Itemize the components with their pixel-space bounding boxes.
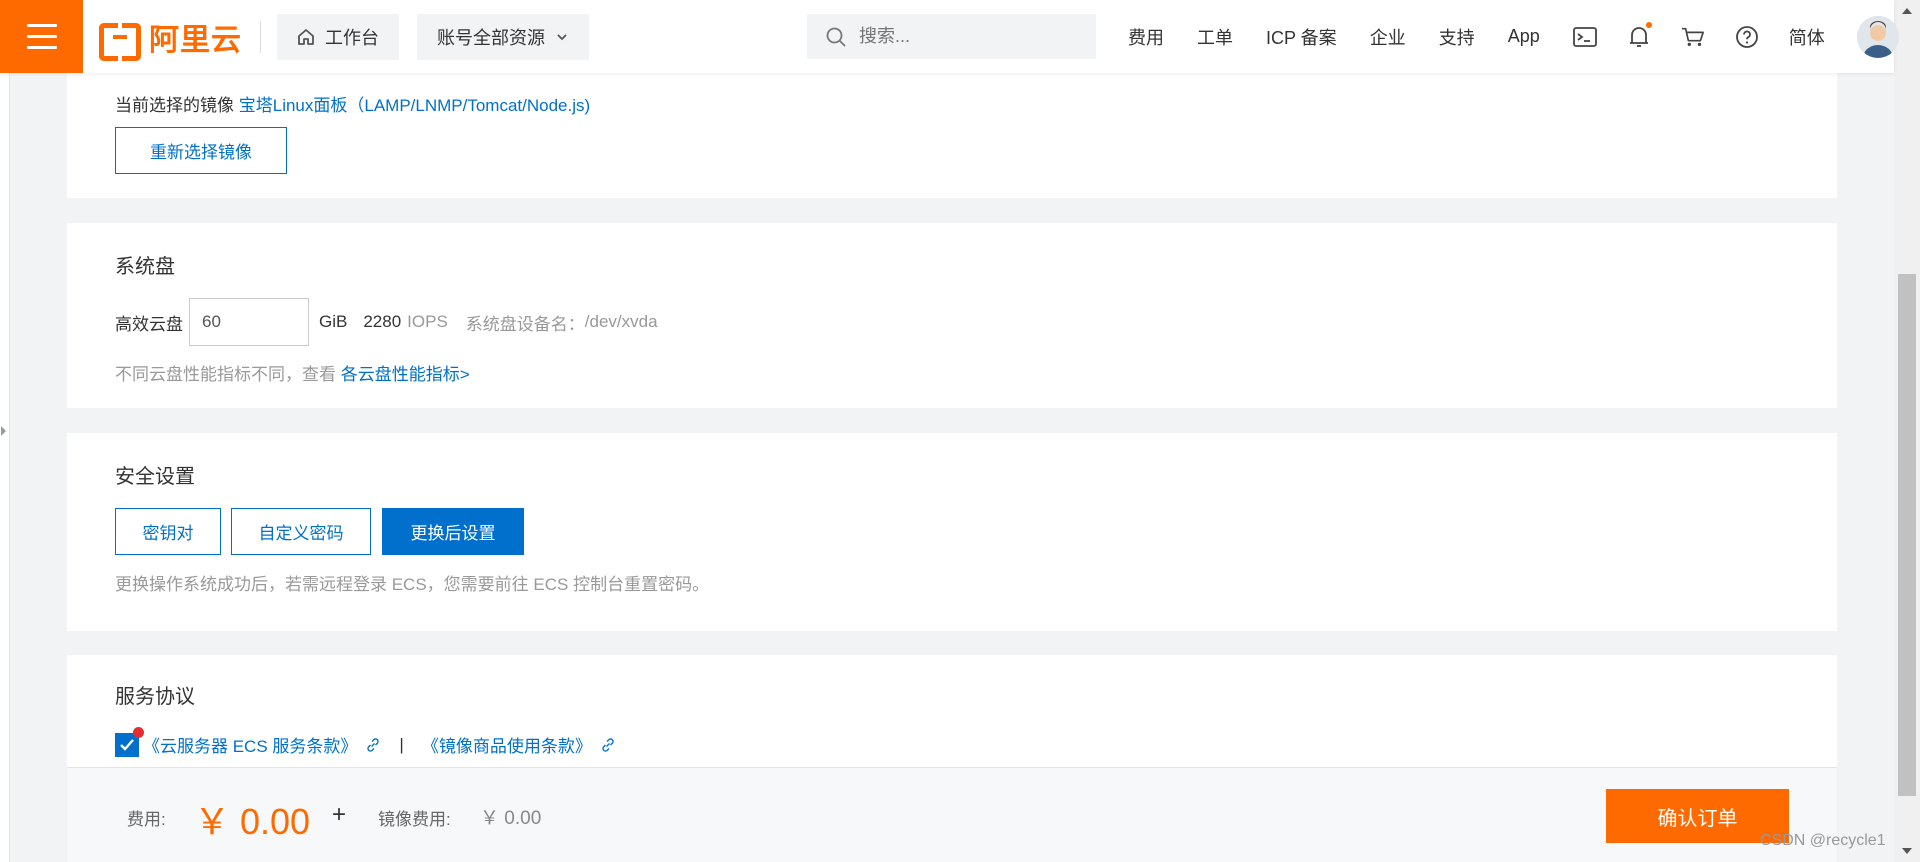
fee-plus: + [332, 801, 347, 828]
nav-link-app[interactable]: App [1508, 26, 1540, 47]
scroll-down-arrow-icon[interactable] [1902, 848, 1912, 854]
keypair-option-button[interactable]: 密钥对 [115, 508, 221, 555]
home-icon [298, 28, 314, 45]
disk-size-input[interactable] [189, 298, 309, 346]
image-fee-label: 镜像费用: [378, 810, 451, 829]
cart-icon[interactable] [1681, 25, 1705, 49]
bell-icon[interactable] [1627, 21, 1652, 49]
logo-text: 阿里云 [149, 23, 242, 57]
scroll-thumb[interactable] [1898, 274, 1916, 796]
terminal-icon[interactable] [1572, 25, 1597, 49]
link-icon[interactable] [365, 737, 381, 753]
disk-performance-note: 不同云盘性能指标不同，查看 各云盘性能指标> [115, 360, 470, 385]
workbench-label: 工作台 [325, 27, 379, 48]
custom-password-option-button[interactable]: 自定义密码 [231, 508, 371, 555]
device-name-value: /dev/xvda [584, 312, 658, 331]
aliyun-logo-icon [99, 22, 141, 61]
image-terms-link[interactable]: 《镜像商品使用条款》 [422, 732, 592, 757]
disk-config-row: 高效云盘 GiB 2280 IOPS 系统盘设备名： /dev/xvda [115, 298, 658, 346]
image-fee-amount: ￥ 0.00 [480, 808, 542, 829]
agreement-title: 服务协议 [115, 686, 195, 708]
workbench-button[interactable]: 工作台 [277, 13, 399, 60]
vertical-scrollbar[interactable] [1894, 0, 1920, 862]
security-title: 安全设置 [115, 466, 195, 488]
system-disk-section: 系统盘 高效云盘 GiB 2280 IOPS 系统盘设备名： /dev/xvda… [67, 223, 1837, 408]
set-later-option-button[interactable]: 更换后设置 [382, 508, 524, 555]
aliyun-logo[interactable]: 阿里云 [99, 15, 242, 61]
image-section: 当前选择的镜像 宝塔Linux面板（LAMP/LNMP/Tomcat/Node.… [67, 73, 1837, 198]
scroll-up-arrow-icon[interactable] [1902, 8, 1912, 14]
link-icon[interactable] [600, 737, 616, 753]
order-footer-bar: 费用: ￥ 0.00 + 镜像费用: ￥ 0.00 确认订单 [67, 767, 1837, 862]
expand-arrow-icon[interactable] [1, 426, 6, 436]
reselect-image-button[interactable]: 重新选择镜像 [115, 127, 287, 174]
service-agreement-section: 服务协议 《云服务器 ECS 服务条款》 | 《镜像商品使用条款》 [67, 655, 1837, 767]
iops-label: IOPS [407, 312, 448, 331]
hamburger-menu-button[interactable] [0, 0, 83, 73]
notification-dot [1645, 21, 1652, 28]
fee-label: 费用: [127, 810, 166, 829]
device-name-label: 系统盘设备名： [465, 314, 585, 334]
current-image-line: 当前选择的镜像 宝塔Linux面板（LAMP/LNMP/Tomcat/Node.… [115, 91, 590, 116]
nav-link-fees[interactable]: 费用 [1128, 24, 1164, 50]
left-collapse-strip[interactable] [0, 0, 10, 862]
security-settings-section: 安全设置 密钥对 自定义密码 更换后设置 更换操作系统成功后，若需远程登录 EC… [67, 433, 1837, 631]
disk-note-text: 不同云盘性能指标不同，查看 [115, 365, 336, 384]
user-avatar[interactable] [1856, 15, 1899, 58]
help-icon[interactable] [1735, 25, 1759, 49]
search-box[interactable] [807, 14, 1096, 59]
agreement-links: 《云服务器 ECS 服务条款》 | 《镜像商品使用条款》 [143, 732, 616, 757]
header-right-nav: 费用 工单 ICP 备案 企业 支持 App 简体 [1128, 0, 1899, 73]
iops-value: 2280 [363, 312, 402, 331]
disk-performance-link[interactable]: 各云盘性能指标> [341, 365, 470, 384]
search-icon [826, 27, 846, 47]
nav-link-support[interactable]: 支持 [1439, 24, 1475, 50]
nav-link-tickets[interactable]: 工单 [1197, 24, 1233, 50]
current-image-label: 当前选择的镜像 [115, 96, 234, 115]
resources-dropdown[interactable]: 账号全部资源 [417, 13, 589, 60]
language-switch[interactable]: 简体 [1789, 24, 1825, 50]
ecs-terms-link[interactable]: 《云服务器 ECS 服务条款》 [143, 732, 357, 757]
header-divider [260, 20, 261, 53]
disk-unit: GiB [319, 312, 348, 331]
agreement-separator: | [399, 734, 404, 754]
fee-amount: ￥ 0.00 [194, 801, 311, 842]
disk-type-label: 高效云盘 [115, 314, 183, 334]
csdn-watermark: CSDN @recycle1 [1760, 832, 1886, 849]
search-input[interactable] [859, 26, 1059, 47]
system-disk-title: 系统盘 [115, 256, 175, 278]
resources-label: 账号全部资源 [437, 27, 545, 48]
nav-link-enterprise[interactable]: 企业 [1370, 24, 1406, 50]
current-image-link[interactable]: 宝塔Linux面板（LAMP/LNMP/Tomcat/Node.js) [239, 96, 590, 115]
chevron-down-icon [557, 33, 567, 40]
nav-link-icp[interactable]: ICP 备案 [1266, 24, 1337, 50]
checkmark-icon [120, 739, 134, 751]
security-note: 更换操作系统成功后，若需远程登录 ECS，您需要前往 ECS 控制台重置密码。 [115, 575, 710, 594]
